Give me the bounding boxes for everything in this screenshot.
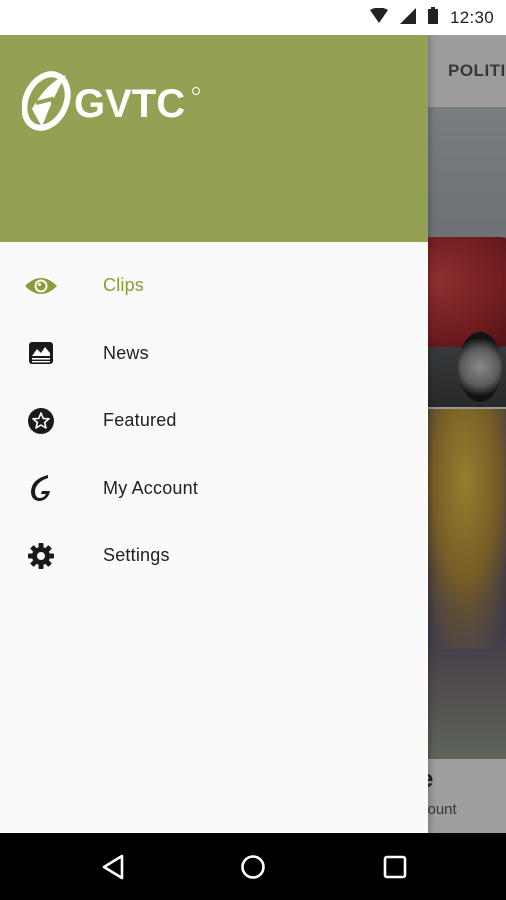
menu-label-clips: Clips: [103, 275, 145, 296]
menu-label-my-account: My Account: [103, 477, 199, 498]
navigation-bar: [0, 833, 506, 900]
drawer-header: GVTC: [0, 35, 428, 242]
status-icons: 12:30: [369, 6, 494, 30]
menu-item-settings[interactable]: Settings: [0, 522, 428, 590]
drawer-menu: Clips News Featured My Account Settings: [0, 252, 428, 590]
gvtc-swirl-icon: [24, 471, 58, 505]
menu-label-settings: Settings: [103, 545, 170, 566]
home-icon[interactable]: [235, 849, 271, 885]
battery-icon: [427, 7, 438, 29]
back-icon[interactable]: [95, 849, 131, 885]
wifi-icon: [369, 7, 388, 29]
gear-icon: [24, 539, 58, 573]
status-bar: 12:30: [0, 0, 506, 35]
menu-item-featured[interactable]: Featured: [0, 387, 428, 455]
menu-item-my-account[interactable]: My Account: [0, 455, 428, 523]
news-icon: [24, 336, 58, 370]
gvtc-logo: GVTC: [22, 71, 200, 131]
menu-label-featured: Featured: [103, 410, 177, 431]
logo-text: GVTC: [74, 82, 185, 126]
signal-icon: [399, 7, 416, 29]
star-icon: [24, 404, 58, 438]
status-time: 12:30: [449, 8, 494, 27]
menu-item-clips[interactable]: Clips: [0, 252, 428, 320]
menu-label-news: News: [103, 342, 149, 363]
menu-item-news[interactable]: News: [0, 320, 428, 388]
eye-icon: [24, 269, 58, 303]
recents-icon[interactable]: [377, 849, 413, 885]
navigation-drawer: GVTC Clips News Featured My Account Sett…: [0, 35, 428, 833]
